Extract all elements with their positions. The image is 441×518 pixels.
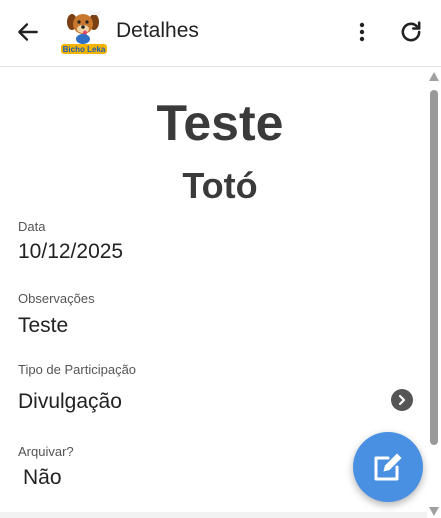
app-bar: Bicho Leka Detalhes	[0, 0, 441, 67]
observacoes-value: Teste	[18, 314, 69, 337]
arquivar-label: Arquivar?	[18, 444, 74, 459]
chevron-right-icon	[398, 394, 406, 406]
arquivar-value: Não	[23, 466, 62, 489]
data-value: 10/12/2025	[18, 240, 124, 263]
refresh-button[interactable]	[392, 14, 430, 50]
scroll-thumb[interactable]	[430, 90, 438, 445]
more-vertical-icon	[359, 22, 365, 42]
bottom-divider	[0, 512, 427, 518]
tipo-participacao-open-button[interactable]	[391, 389, 413, 411]
data-label: Data	[18, 219, 46, 234]
back-button[interactable]	[10, 14, 46, 50]
record-title: Teste	[156, 95, 284, 151]
edit-icon	[374, 453, 402, 481]
logo-text: Bicho Leka	[63, 45, 106, 54]
tipo-participacao-label: Tipo de Participação	[18, 362, 137, 377]
edit-button[interactable]	[353, 432, 423, 502]
app-logo: Bicho Leka	[60, 8, 110, 58]
tipo-participacao-value: Divulgação	[18, 390, 122, 413]
more-options-button[interactable]	[344, 14, 380, 50]
page-title: Detalhes	[116, 19, 199, 42]
record-subtitle: Totó	[182, 165, 258, 206]
arrow-left-icon	[18, 23, 38, 41]
refresh-icon	[401, 21, 421, 42]
scroll-up-arrow-icon[interactable]	[429, 72, 439, 81]
vertical-scrollbar[interactable]	[427, 68, 441, 518]
scroll-down-arrow-icon[interactable]	[429, 507, 439, 516]
observacoes-label: Observações	[18, 291, 95, 306]
